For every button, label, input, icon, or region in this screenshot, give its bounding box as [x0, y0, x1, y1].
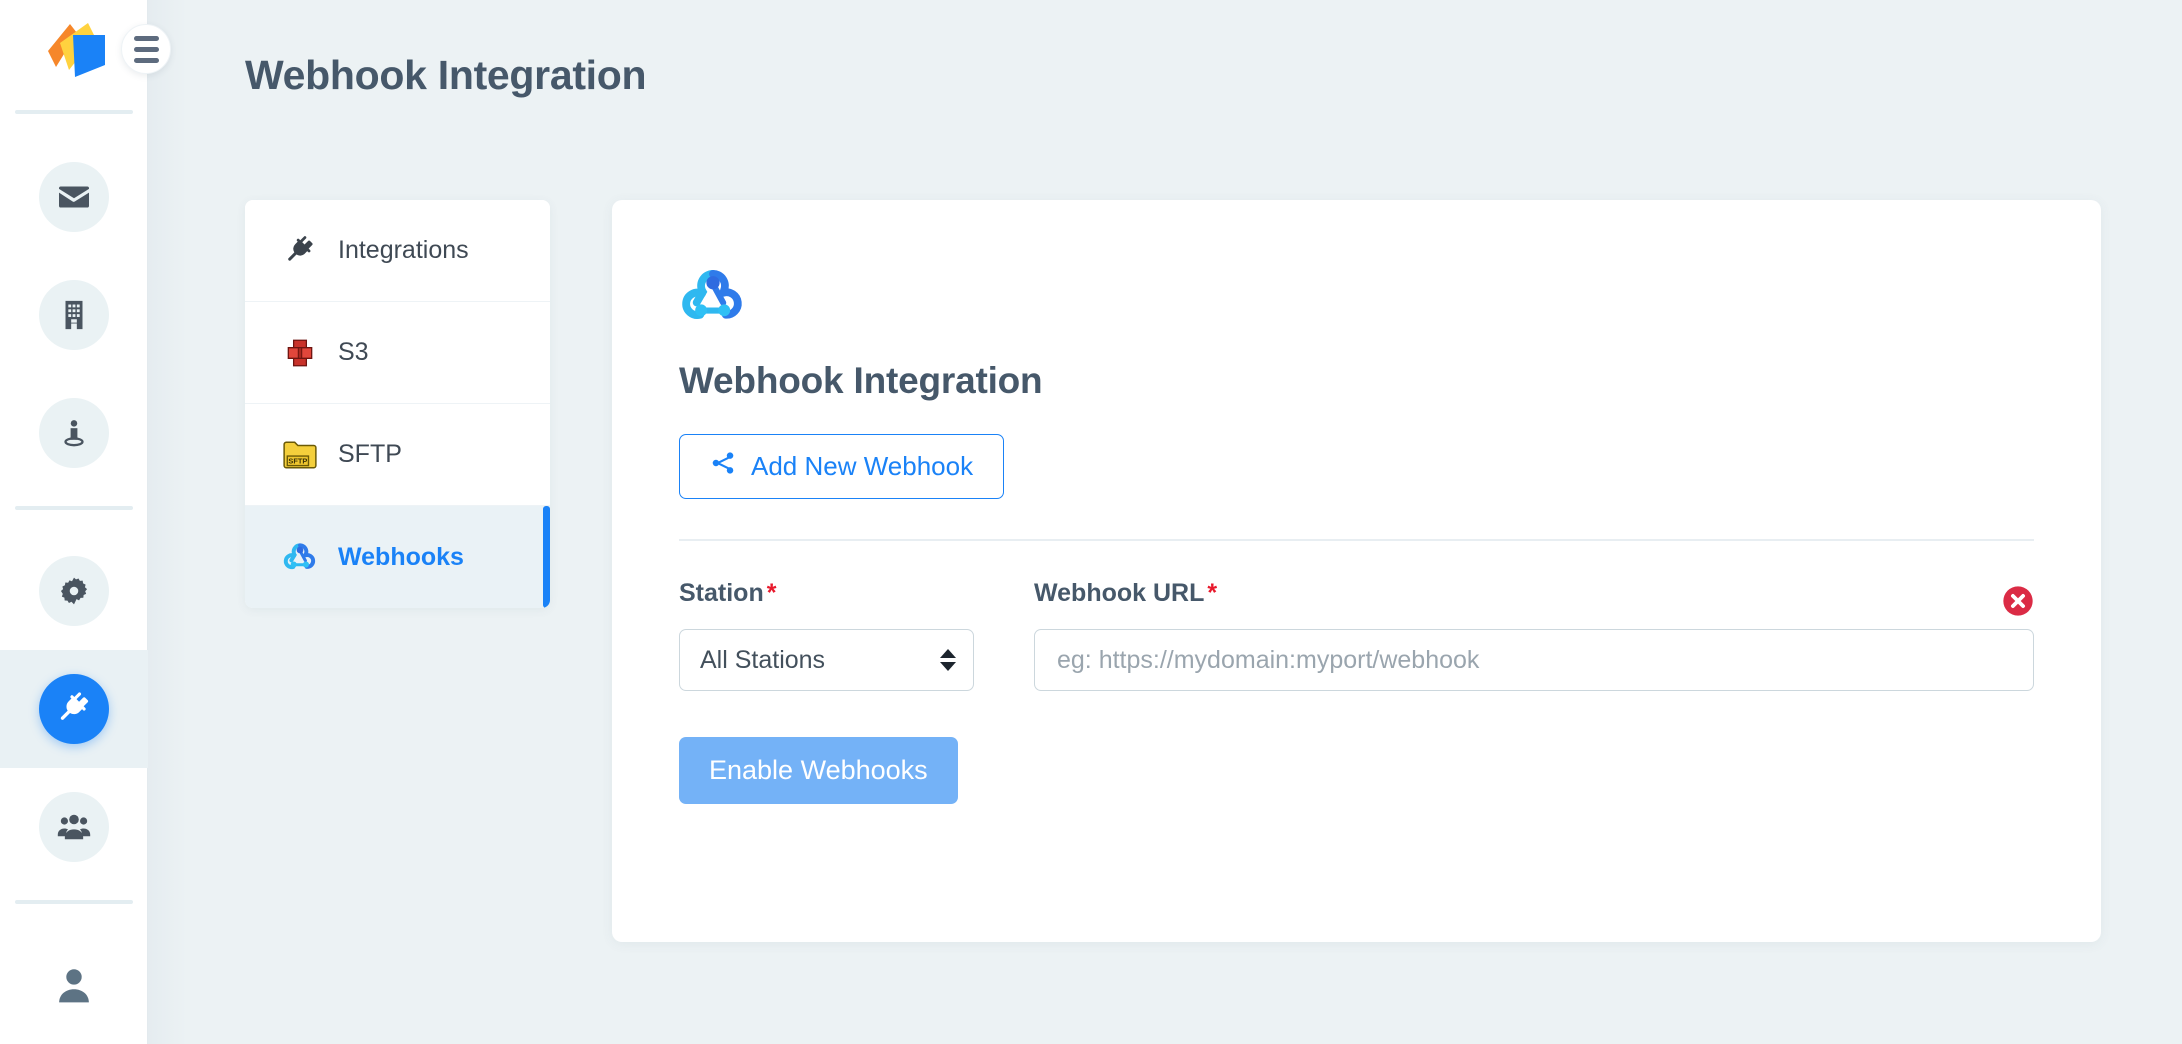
station-select[interactable]: All Stations	[679, 629, 974, 691]
main-content-area: Webhook Integration Integrations S3 SFTP…	[148, 0, 2182, 1044]
webhook-url-label: Webhook URL *	[1034, 579, 1218, 607]
aws-s3-icon	[280, 336, 320, 370]
rail-item-account[interactable]	[0, 926, 148, 1044]
hamburger-bar	[133, 35, 159, 41]
plug-icon	[38, 674, 109, 744]
hamburger-menu-button[interactable]	[121, 24, 171, 74]
plug-icon	[280, 234, 320, 268]
tab-integrations[interactable]: Integrations	[245, 200, 550, 302]
rail-item-integrations[interactable]	[0, 650, 148, 768]
tab-sftp[interactable]: SFTP SFTP	[245, 404, 550, 506]
left-nav-rail	[0, 0, 148, 1044]
svg-text:SFTP: SFTP	[288, 456, 307, 465]
rail-divider-2	[14, 506, 133, 510]
remove-circle-icon	[2002, 586, 2034, 620]
rail-item-users[interactable]	[0, 768, 148, 886]
rail-divider-1	[14, 110, 133, 114]
hamburger-bar	[133, 46, 159, 52]
add-new-webhook-button[interactable]: Add New Webhook	[679, 434, 1005, 499]
station-label: Station *	[679, 579, 777, 607]
integration-tabs-panel: Integrations S3 SFTP SFTP Webhooks	[245, 200, 550, 608]
sftp-folder-icon: SFTP	[280, 438, 320, 472]
webhook-url-input[interactable]	[1034, 629, 2034, 691]
rail-item-stations[interactable]	[0, 374, 148, 492]
person-pedestal-icon	[38, 398, 109, 468]
remove-webhook-button[interactable]	[2002, 585, 2034, 617]
tab-webhooks[interactable]: Webhooks	[245, 506, 550, 608]
tab-label: S3	[338, 338, 369, 366]
rail-item-settings[interactable]	[0, 532, 148, 650]
station-field: Station * All Stations	[679, 579, 974, 691]
tab-label: SFTP	[338, 440, 402, 468]
rail-item-company[interactable]	[0, 256, 148, 374]
people-group-icon	[38, 792, 109, 862]
webhook-icon	[679, 262, 747, 330]
enable-webhooks-button[interactable]: Enable Webhooks	[679, 737, 958, 804]
app-root: Webhook Integration Integrations S3 SFTP…	[0, 0, 2182, 1044]
webhook-form-row: Station * All Stations Webhook URL * eg:…	[679, 541, 2034, 691]
tab-label: Integrations	[338, 236, 469, 264]
webhook-integration-card: Webhook Integration Add New Webhook Stat…	[612, 200, 2101, 942]
share-nodes-icon	[710, 450, 736, 483]
tab-label: Webhooks	[338, 542, 464, 571]
hamburger-bar	[133, 57, 159, 63]
webhook-icon	[280, 539, 320, 575]
rail-item-mail[interactable]	[0, 138, 148, 256]
required-marker: *	[766, 579, 777, 607]
add-new-webhook-label: Add New Webhook	[751, 451, 974, 481]
card-title: Webhook Integration	[679, 360, 1043, 401]
gear-icon	[38, 556, 109, 626]
building-icon	[38, 280, 109, 350]
tab-s3[interactable]: S3	[245, 302, 550, 404]
page-title: Webhook Integration	[245, 52, 647, 98]
rail-divider-3	[14, 900, 133, 904]
required-marker: *	[1207, 579, 1218, 607]
envelope-icon	[38, 162, 109, 232]
webhook-url-field: Webhook URL *	[1034, 579, 2034, 691]
user-icon	[39, 950, 109, 1020]
